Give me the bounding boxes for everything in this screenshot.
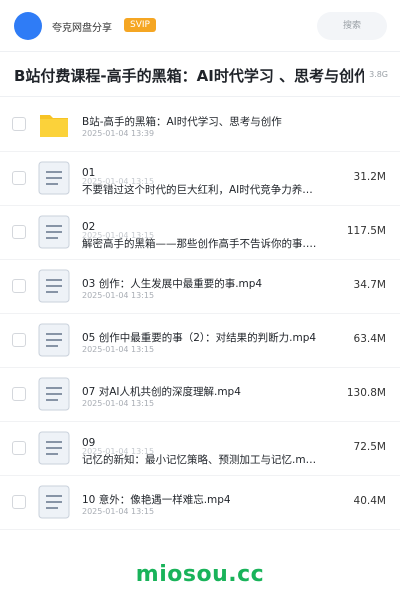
file-name-continued: 记忆的新知：最小记忆策略、预测加工与记忆.m…	[82, 454, 317, 466]
list-item[interactable]: 07 对AI人机共创的深度理解.mp4 2025-01-04 13:15 130…	[0, 368, 400, 422]
row-checkbox[interactable]	[12, 441, 26, 455]
document-icon	[38, 431, 70, 465]
file-date: 2025-01-04 13:15	[82, 291, 155, 300]
document-icon	[38, 215, 70, 249]
list-item[interactable]: B站-高手的黑箱：AI时代学习、思考与创作 2025-01-04 13:39	[0, 98, 400, 152]
row-checkbox[interactable]	[12, 333, 26, 347]
list-item[interactable]: 03 创作：人生发展中最重要的事.mp4 2025-01-04 13:15 34…	[0, 260, 400, 314]
file-date: 2025-01-04 13:15	[82, 345, 155, 354]
file-date: 2025-01-04 13:39	[82, 129, 155, 138]
file-name: 03 创作：人生发展中最重要的事.mp4	[82, 278, 263, 290]
row-checkbox[interactable]	[12, 279, 26, 293]
header-bar: 夸克网盘分享 SVIP 搜索	[0, 0, 400, 52]
file-date: 2025-01-04 13:15	[82, 399, 155, 408]
folder-title-row: B站付费课程-高手的黑箱：AI时代学习 、思考与创作 3.8G	[0, 53, 400, 97]
file-date: 2025-01-04 13:15	[82, 507, 155, 516]
folder-size: 3.8G	[369, 70, 388, 79]
list-item[interactable]: 02 2025-01-04 13:15 解密高手的黑箱——那些创作高手不告诉你的…	[0, 206, 400, 260]
file-name: 10 意外：像艳遇一样难忘.mp4	[82, 494, 231, 506]
file-name: 07 对AI人机共创的深度理解.mp4	[82, 386, 241, 398]
file-size: 40.4M	[353, 495, 386, 507]
file-size: 34.7M	[353, 279, 386, 291]
file-name-continued: 不要错过这个时代的巨大红利，AI时代竞争力养…	[82, 184, 313, 196]
folder-icon	[40, 115, 68, 137]
document-icon	[38, 269, 70, 303]
file-list: B站-高手的黑箱：AI时代学习、思考与创作 2025-01-04 13:39 0…	[0, 98, 400, 530]
list-item[interactable]: 01 2025-01-04 13:15 不要错过这个时代的巨大红利，AI时代竞争…	[0, 152, 400, 206]
file-size: 117.5M	[346, 225, 386, 237]
file-size: 31.2M	[353, 171, 386, 183]
list-item[interactable]: 05 创作中最重要的事（2）：对结果的判断力.mp4 2025-01-04 13…	[0, 314, 400, 368]
row-checkbox[interactable]	[12, 117, 26, 131]
file-size: 63.4M	[353, 333, 386, 345]
search-button[interactable]: 搜索	[317, 12, 387, 40]
sharer-name: 夸克网盘分享	[52, 23, 112, 34]
file-name-continued: 解密高手的黑箱——那些创作高手不告诉你的事.…	[82, 238, 317, 250]
document-icon	[38, 161, 70, 195]
document-icon	[38, 485, 70, 519]
file-name: 05 创作中最重要的事（2）：对结果的判断力.mp4	[82, 332, 317, 344]
list-item[interactable]: 10 意外：像艳遇一样难忘.mp4 2025-01-04 13:15 40.4M	[0, 476, 400, 530]
file-size: 130.8M	[346, 387, 386, 399]
file-name: B站-高手的黑箱：AI时代学习、思考与创作	[82, 116, 282, 128]
row-checkbox[interactable]	[12, 225, 26, 239]
row-checkbox[interactable]	[12, 387, 26, 401]
file-size: 72.5M	[353, 441, 386, 453]
document-icon	[38, 323, 70, 357]
page-title: B站付费课程-高手的黑箱：AI时代学习 、思考与创作	[14, 67, 364, 85]
svip-badge: SVIP	[124, 18, 156, 32]
list-item[interactable]: 09 2025-01-04 13:15 记忆的新知：最小记忆策略、预测加工与记忆…	[0, 422, 400, 476]
row-checkbox[interactable]	[12, 171, 26, 185]
row-checkbox[interactable]	[12, 495, 26, 509]
watermark-brand: miosou.cc	[135, 562, 265, 587]
avatar[interactable]	[14, 12, 42, 40]
document-icon	[38, 377, 70, 411]
